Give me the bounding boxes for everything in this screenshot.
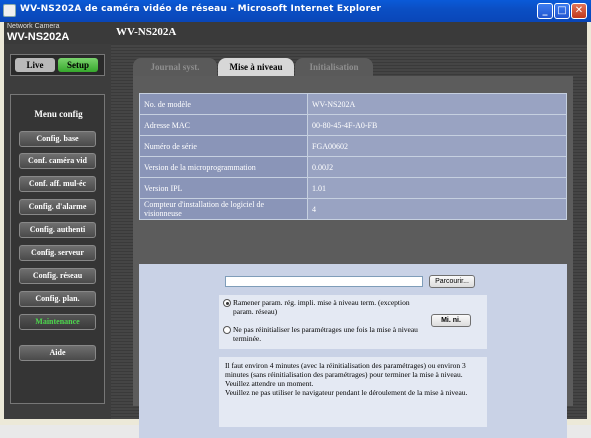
- menu-config-camera[interactable]: Conf. caméra vid: [19, 153, 96, 169]
- info-label: Version IPL: [139, 177, 308, 199]
- info-label: No. de modèle: [139, 93, 308, 115]
- info-value: FGA00602: [307, 135, 567, 157]
- setup-menu: Menu config Config. base Conf. caméra vi…: [10, 94, 105, 404]
- ie-icon: [3, 4, 16, 17]
- menu-config-base[interactable]: Config. base: [19, 131, 96, 147]
- file-path-input[interactable]: [225, 276, 423, 287]
- minimize-button[interactable]: _: [537, 3, 553, 19]
- menu-config-server[interactable]: Config. serveur: [19, 245, 96, 261]
- menu-config-multiscreen[interactable]: Conf. aff. mul-éc: [19, 176, 96, 192]
- maximize-button[interactable]: □: [554, 3, 570, 19]
- table-row: Compteur d'installation de logiciel de v…: [139, 198, 567, 220]
- table-row: Numéro de série FGA00602: [139, 135, 567, 157]
- mode-switch: Live Setup: [10, 54, 105, 76]
- info-label: Adresse MAC: [139, 114, 308, 136]
- upgrade-box: Parcourir... Ramener param. rég. impli. …: [139, 264, 567, 438]
- device-info-table: No. de modèle WV-NS202A Adresse MAC 00-8…: [139, 93, 567, 220]
- logo-network-camera: Network Camera: [7, 23, 60, 30]
- tab-system-log[interactable]: Journal syst.: [133, 58, 217, 76]
- camera-header: Network Camera WV-NS202A WV-NS202A: [4, 22, 587, 44]
- table-row: Version IPL 1.01: [139, 177, 567, 199]
- window-title: WV-NS202A de caméra vidéo de réseau - Mi…: [20, 4, 382, 14]
- info-value: 00-80-45-4F-A0-FB: [307, 114, 567, 136]
- sidebar: Live Setup Menu config Config. base Conf…: [4, 44, 111, 419]
- setup-button[interactable]: Setup: [58, 58, 98, 72]
- table-row: Adresse MAC 00-80-45-4F-A0-FB: [139, 114, 567, 136]
- info-label: Version de la microprogrammation: [139, 156, 308, 178]
- browse-button[interactable]: Parcourir...: [429, 275, 475, 288]
- menu-config-schedule[interactable]: Config. plan.: [19, 291, 96, 307]
- menu-help[interactable]: Aide: [19, 345, 96, 361]
- close-button[interactable]: ✕: [571, 3, 587, 19]
- title-bar: WV-NS202A de caméra vidéo de réseau - Mi…: [0, 0, 591, 22]
- tab-upgrade[interactable]: Mise à niveau: [218, 58, 294, 76]
- info-value: WV-NS202A: [307, 93, 567, 115]
- upgrade-panel: No. de modèle WV-NS202A Adresse MAC 00-8…: [133, 76, 573, 438]
- live-button[interactable]: Live: [15, 58, 55, 72]
- info-value: 0.00J2: [307, 156, 567, 178]
- table-row: No. de modèle WV-NS202A: [139, 93, 567, 115]
- menu-config-auth[interactable]: Config. authenti: [19, 222, 96, 238]
- table-row: Version de la microprogrammation 0.00J2: [139, 156, 567, 178]
- radio-reset-defaults[interactable]: [223, 299, 231, 307]
- radio-keep-settings[interactable]: [223, 326, 231, 334]
- info-value: 4: [307, 198, 567, 220]
- info-label: Compteur d'installation de logiciel de v…: [139, 198, 308, 220]
- option-keep-label: Ne pas réinitialiser les paramétrages un…: [233, 325, 418, 343]
- model-title: WV-NS202A: [116, 26, 177, 38]
- info-label: Numéro de série: [139, 135, 308, 157]
- tab-initialisation[interactable]: Initialisation: [295, 58, 373, 76]
- menu-config-alarm[interactable]: Config. d'alarme: [19, 199, 96, 215]
- execute-upgrade-button[interactable]: Mi. ni.: [431, 314, 471, 327]
- logo-model: WV-NS202A: [7, 31, 70, 43]
- menu-title: Menu config: [34, 109, 83, 119]
- browser-window: WV-NS202A de caméra vidéo de réseau - Mi…: [0, 0, 591, 438]
- menu-maintenance[interactable]: Maintenance: [19, 314, 96, 330]
- menu-config-network[interactable]: Config. réseau: [19, 268, 96, 284]
- info-value: 1.01: [307, 177, 567, 199]
- main-content: Journal syst. Mise à niveau Initialisati…: [111, 44, 587, 438]
- note-text: Il faut environ 4 minutes (avec la réini…: [225, 361, 468, 397]
- upgrade-note: Il faut environ 4 minutes (avec la réini…: [219, 357, 487, 427]
- option-reset-label: Ramener param. rég. impli. mise à niveau…: [233, 298, 410, 316]
